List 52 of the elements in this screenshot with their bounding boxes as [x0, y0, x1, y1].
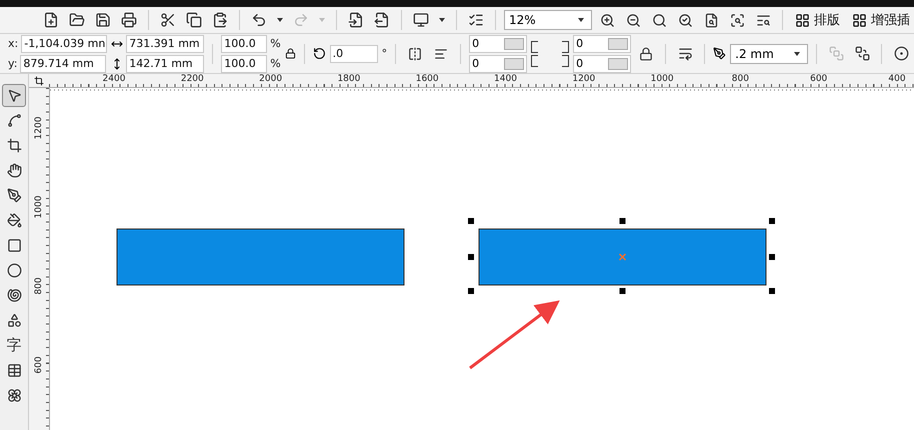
ruler-label: 2200: [180, 74, 204, 84]
ruler-label: 1800: [337, 74, 360, 84]
ruler-label: 1000: [34, 194, 44, 220]
corner-field[interactable]: 0: [469, 54, 528, 72]
percent-label: %: [270, 57, 281, 70]
outline-width-dropdown[interactable]: .2 mm: [730, 44, 808, 64]
corner-bracket-icon: [562, 54, 570, 66]
zoom-dropdown[interactable]: 12%: [504, 10, 592, 30]
scale-field[interactable]: 100.0: [221, 34, 268, 52]
y-label: y:: [8, 57, 18, 70]
ruler-label: 1400: [494, 74, 517, 84]
scale-field[interactable]: 100.0: [221, 54, 268, 72]
ruler-label: 800: [732, 74, 749, 84]
ruler-label: 1000: [650, 74, 674, 84]
rotation-field[interactable]: .0: [330, 44, 378, 62]
ruler-label: 2400: [102, 74, 126, 84]
rotate-icon: [312, 47, 326, 60]
ruler-label: 2000: [259, 74, 282, 84]
ruler-label: 1600: [416, 74, 439, 84]
corner-field[interactable]: 0: [573, 34, 632, 52]
corner-bracket-icon: [531, 54, 538, 66]
lock-icon[interactable]: [284, 48, 296, 59]
rectangle[interactable]: [116, 228, 404, 286]
corner-field[interactable]: 0: [469, 34, 528, 52]
pen-nib-icon: [713, 47, 726, 60]
degree-label: °: [382, 47, 388, 60]
width-field[interactable]: 731.391 mm: [126, 34, 204, 52]
y-field[interactable]: 879.714 mm: [20, 54, 106, 72]
ruler-label: 1200: [34, 116, 44, 142]
plugin-button[interactable]: 增强插: [848, 11, 914, 29]
x-label: x:: [8, 37, 18, 50]
text-tool[interactable]: 字: [2, 334, 26, 357]
caret-icon[interactable]: [439, 18, 445, 22]
ruler-label: 600: [810, 74, 828, 84]
percent-label: %: [270, 37, 281, 50]
corner-field[interactable]: 0: [573, 54, 632, 72]
ruler-label: 400: [888, 74, 906, 84]
height-field[interactable]: 142.71 mm: [126, 54, 204, 72]
selected-rectangle[interactable]: [468, 218, 775, 294]
ruler-label: 800: [34, 276, 44, 297]
ruler-origin-icon[interactable]: [34, 76, 44, 86]
center-mark-icon: [618, 253, 626, 261]
corner-bracket-icon: [531, 40, 538, 52]
grid-icon: [795, 12, 810, 28]
caret-icon[interactable]: [277, 18, 283, 22]
ruler-label: 600: [34, 355, 44, 376]
ruler-label: 1200: [572, 74, 596, 84]
pointer-icon[interactable]: [2, 84, 26, 107]
corner-bracket-icon: [562, 40, 570, 52]
x-field[interactable]: -1,104.039 mn: [21, 34, 108, 52]
plugin-button[interactable]: 排版: [791, 11, 844, 29]
grid-icon: [852, 12, 867, 28]
